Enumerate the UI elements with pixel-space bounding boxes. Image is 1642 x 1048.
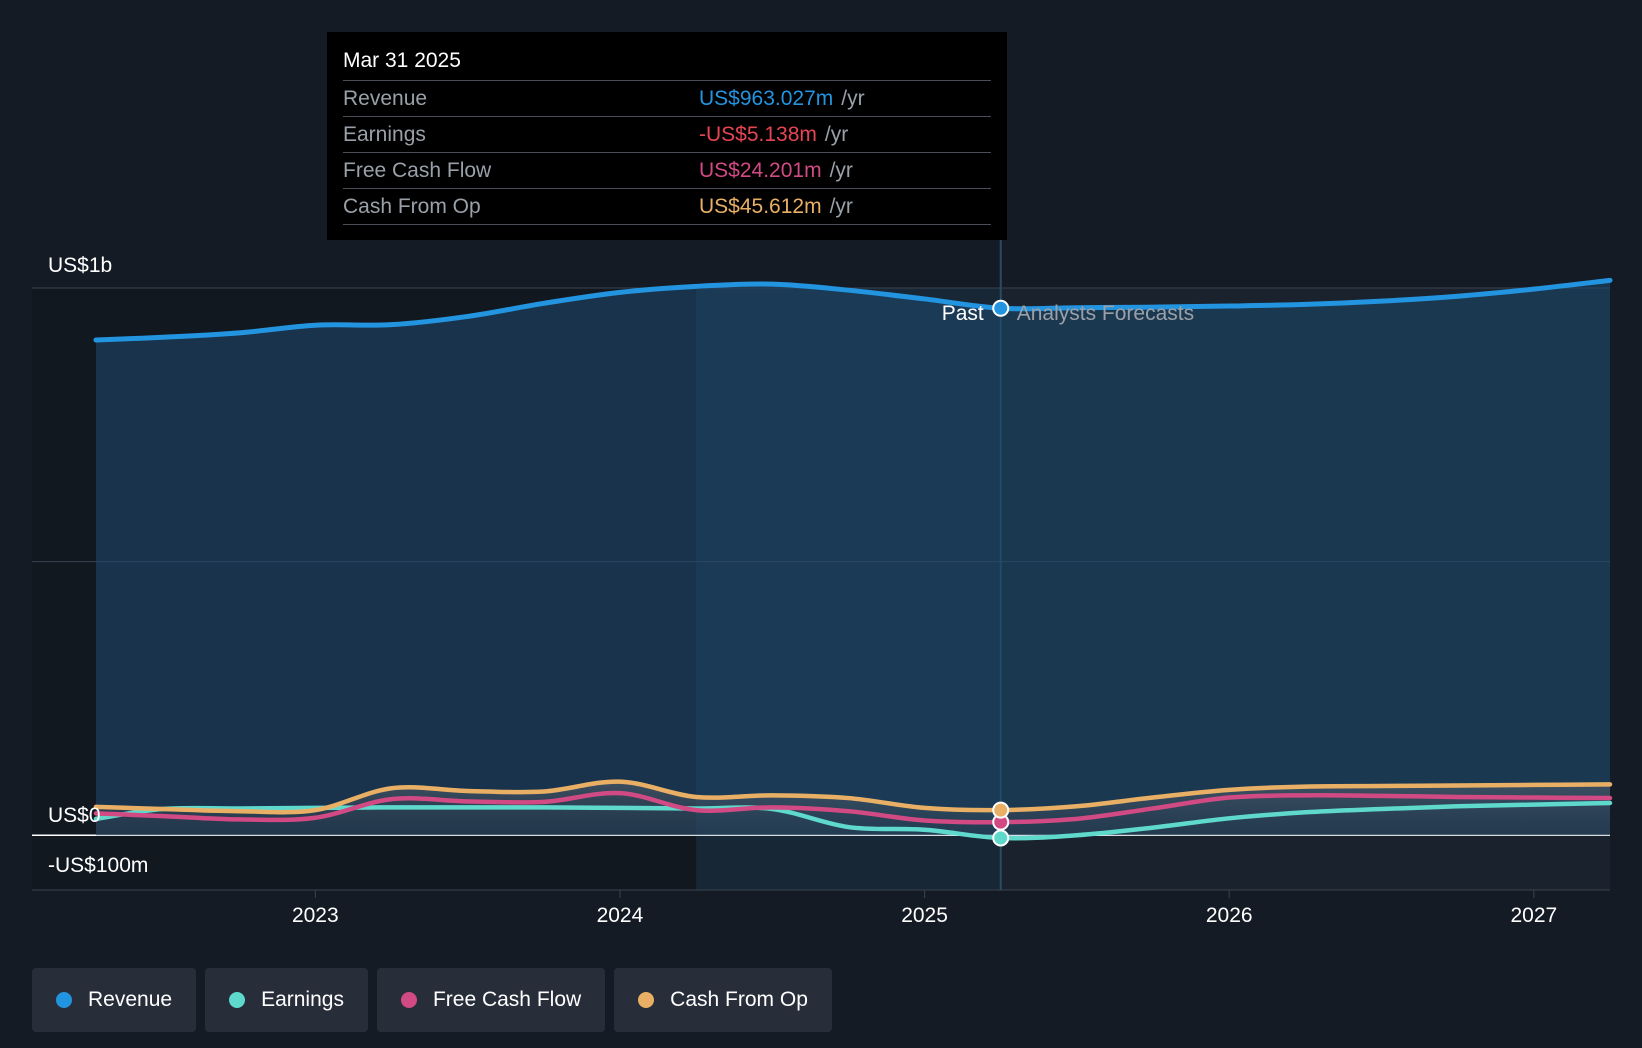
marker-revenue [992, 299, 1010, 317]
tooltip-date: Mar 31 2025 [343, 49, 461, 72]
tooltip-unit: /yr [824, 122, 849, 146]
tooltip: Mar 31 2025 Revenue US$963.027m /yr Earn… [327, 32, 1007, 240]
tooltip-row-free-cash-flow: Free Cash Flow US$24.201m /yr [343, 152, 991, 188]
tooltip-label: Revenue [343, 86, 428, 110]
x-tick-label: 2027 [1510, 904, 1557, 927]
x-tick-label: 2026 [1206, 904, 1253, 927]
legend-dot-icon [229, 992, 246, 1008]
tooltip-label: Earnings [343, 122, 426, 146]
legend: Revenue Earnings Free Cash Flow Cash Fro… [32, 968, 832, 1032]
legend-label: Earnings [261, 988, 344, 1011]
y-tick-label: -US$100m [48, 854, 148, 877]
tooltip-value: US$24.201m [699, 158, 822, 182]
legend-item-earnings[interactable]: Earnings [205, 968, 368, 1032]
tooltip-row-earnings: Earnings -US$5.138m /yr [343, 116, 991, 152]
legend-dot-icon [56, 992, 72, 1008]
tooltip-unit: /yr [829, 158, 853, 182]
revenue-area [95, 280, 1610, 836]
tooltip-row-revenue: Revenue US$963.027m /yr [343, 80, 991, 116]
legend-label: Revenue [88, 988, 173, 1011]
legend-item-free-cash-flow[interactable]: Free Cash Flow [376, 968, 606, 1032]
legend-dot-icon [400, 992, 417, 1008]
legend-dot-icon [638, 992, 655, 1008]
past-label: Past [942, 302, 984, 325]
tooltip-unit: /yr [841, 86, 865, 110]
tooltip-unit: /yr [829, 194, 853, 218]
marker-earnings [992, 829, 1010, 847]
x-tick-label: 2023 [292, 904, 339, 927]
tooltip-label: Cash From Op [343, 194, 481, 218]
tooltip-label: Free Cash Flow [343, 158, 492, 182]
forecast-label: Analysts Forecasts [1017, 302, 1194, 325]
y-tick-label: US$0 [48, 804, 101, 827]
x-tick-label: 2025 [901, 904, 948, 927]
legend-item-cash-from-op[interactable]: Cash From Op [614, 968, 832, 1032]
tooltip-value: US$963.027m [699, 86, 834, 110]
y-tick-label: US$1b [48, 254, 112, 277]
legend-label: Free Cash Flow [432, 988, 582, 1011]
marker-cash-from-op [992, 801, 1010, 819]
legend-label: Cash From Op [670, 988, 808, 1011]
tooltip-value: US$45.612m [699, 194, 822, 218]
legend-item-revenue[interactable]: Revenue [32, 968, 197, 1032]
tooltip-value: -US$5.138m [699, 122, 817, 146]
tooltip-row-cash-from-op: Cash From Op US$45.612m /yr [343, 188, 991, 225]
x-tick-label: 2024 [597, 904, 644, 927]
